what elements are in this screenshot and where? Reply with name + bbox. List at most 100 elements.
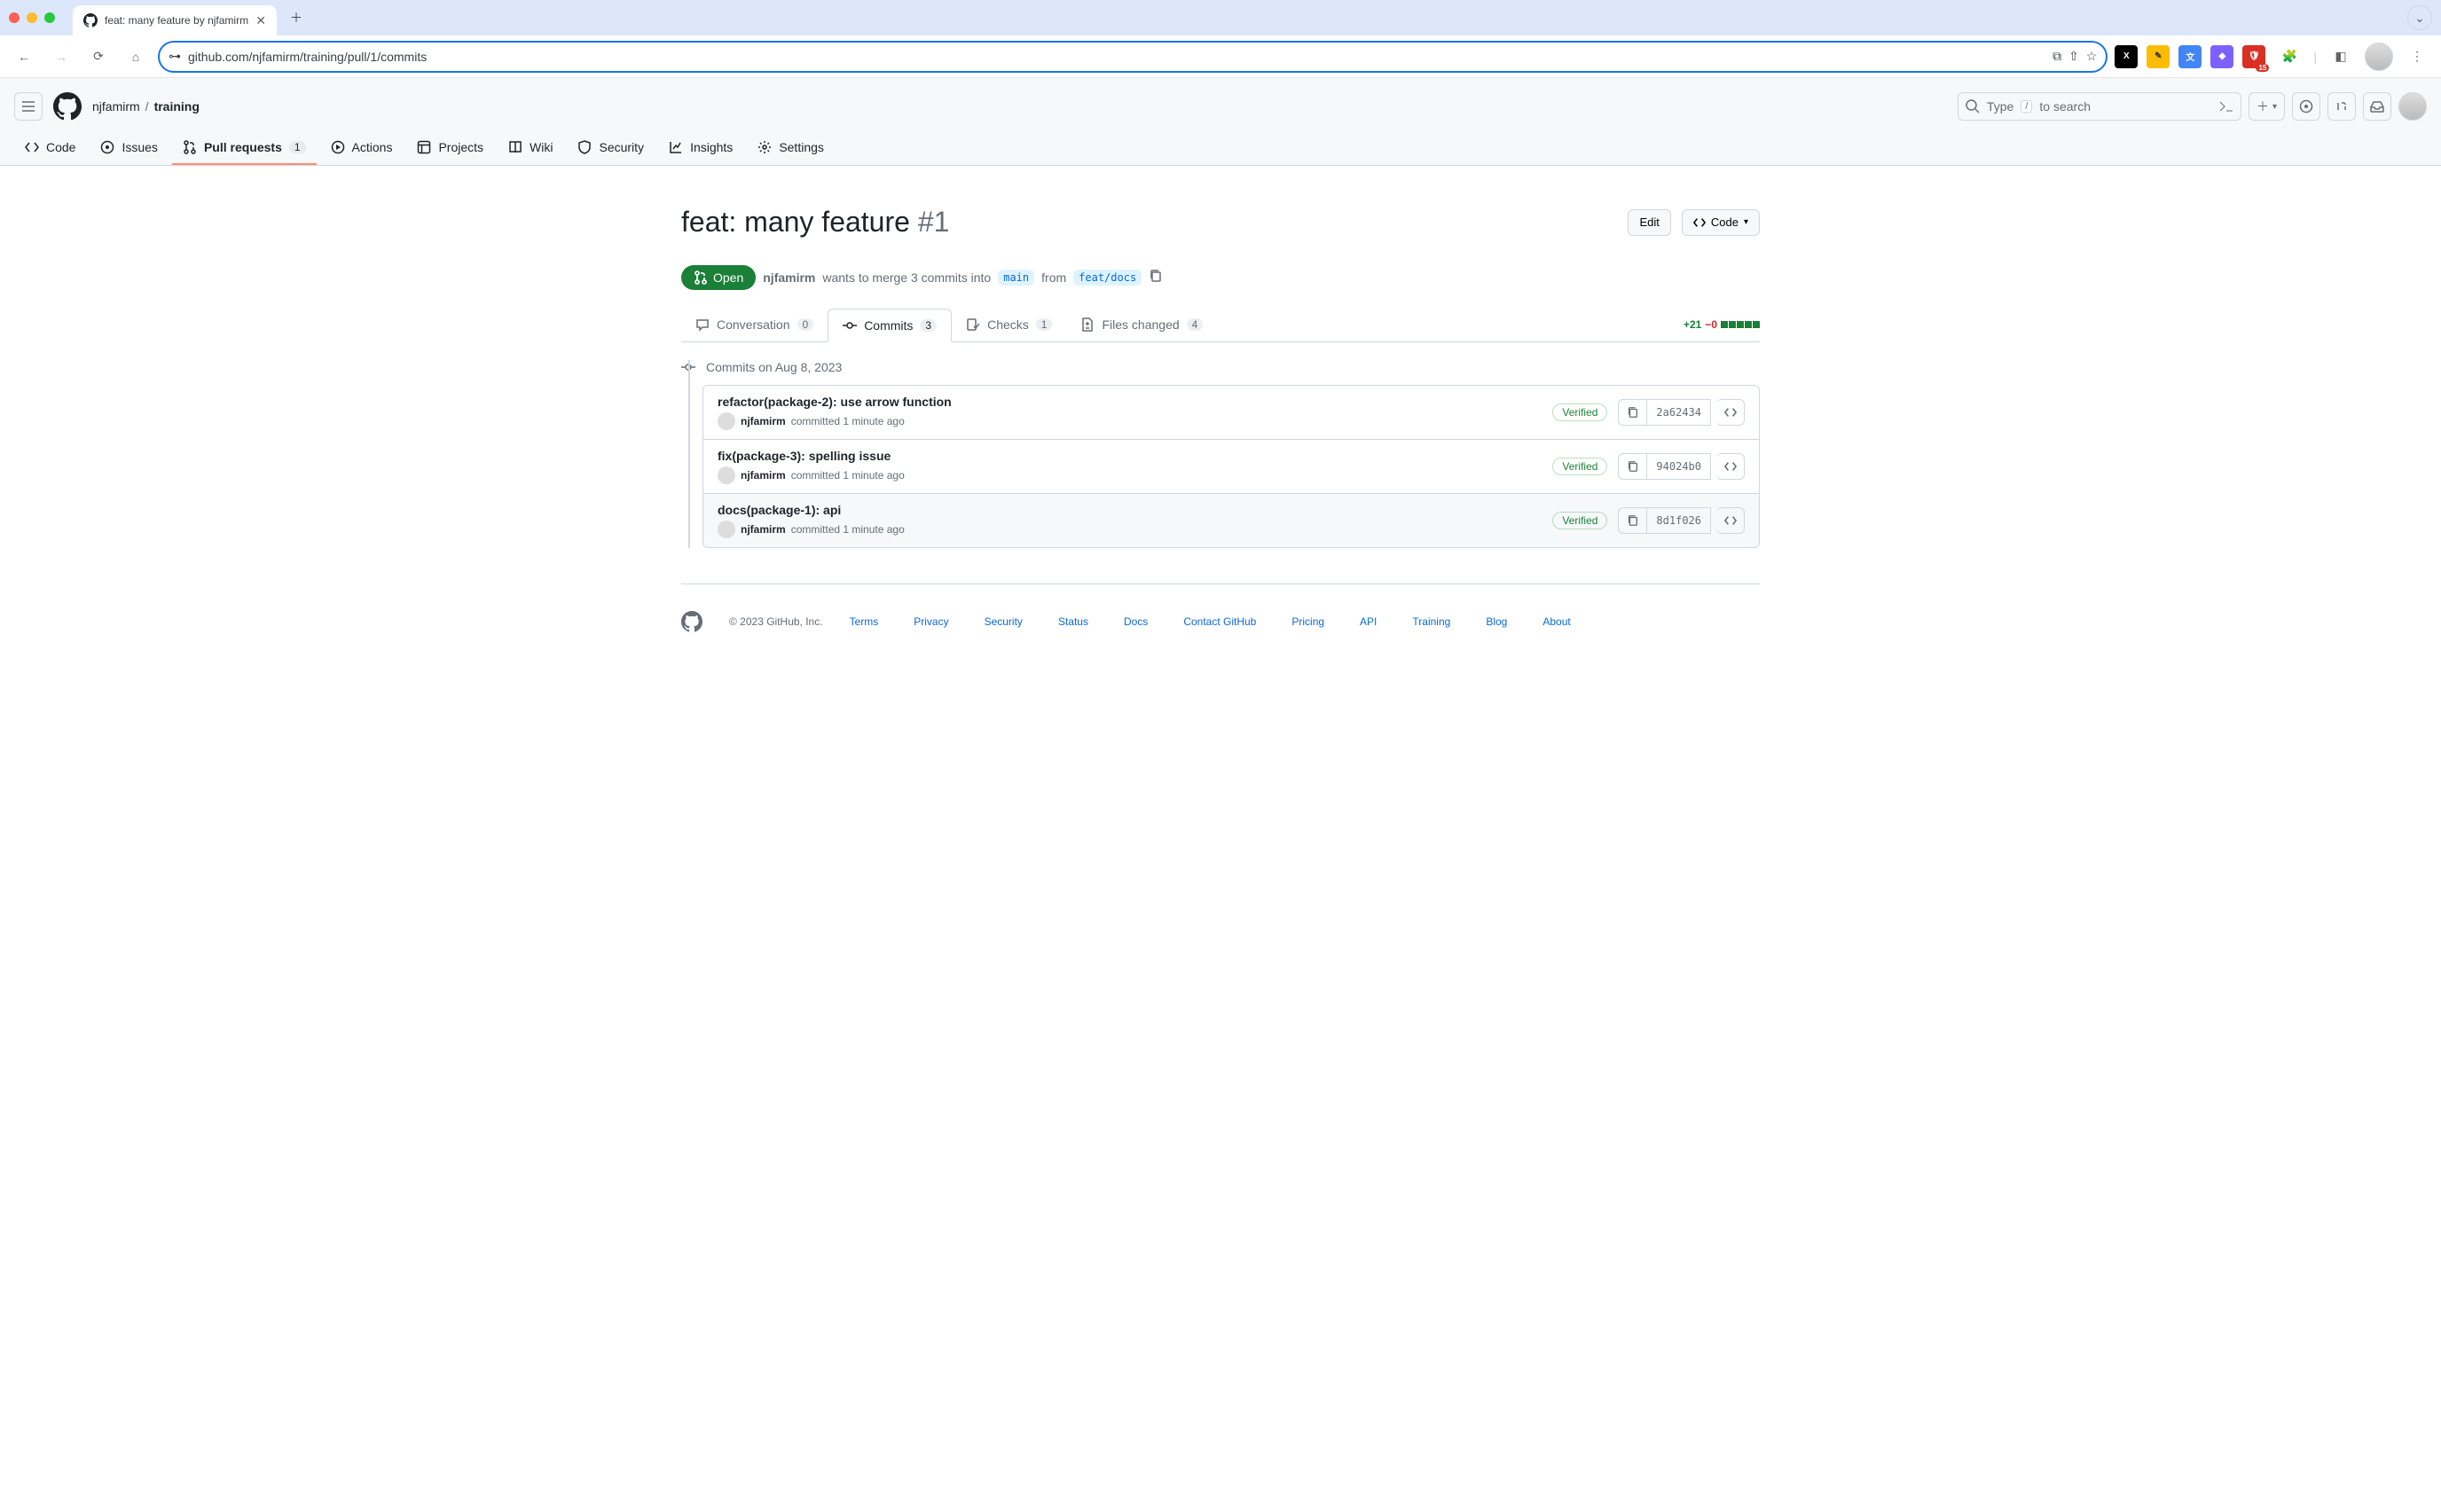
commit-title[interactable]: docs(package-1): api	[718, 503, 841, 517]
footer-link[interactable]: About	[1542, 615, 1570, 628]
commit-avatar[interactable]	[718, 466, 735, 484]
footer-link[interactable]: Docs	[1124, 615, 1148, 628]
copy-icon[interactable]	[1149, 269, 1163, 286]
code-dropdown[interactable]: Code ▾	[1682, 209, 1760, 236]
copy-sha-button[interactable]	[1618, 399, 1646, 426]
window-controls[interactable]	[9, 12, 55, 23]
nav-actions[interactable]: Actions	[320, 131, 404, 165]
base-branch[interactable]: main	[998, 270, 1034, 286]
tab-close-icon[interactable]: ✕	[255, 13, 266, 28]
commit-row: fix(package-3): spelling issuenjfamirm c…	[703, 440, 1759, 494]
extension-adblock[interactable]: 🛡15	[2242, 45, 2265, 68]
github-favicon	[83, 13, 98, 27]
verified-badge[interactable]: Verified	[1552, 403, 1607, 421]
site-info-icon[interactable]: ⊶	[169, 49, 181, 64]
copyright: © 2023 GitHub, Inc.	[729, 615, 823, 628]
pr-title: feat: many feature #1	[681, 206, 1617, 239]
extension-translate[interactable]: 文	[2178, 45, 2202, 68]
address-bar[interactable]: ⊶ github.com/njfamirm/training/pull/1/co…	[158, 41, 2107, 73]
create-dropdown[interactable]: ＋▾	[2249, 92, 2285, 121]
share-icon[interactable]: ⇧	[2068, 49, 2079, 64]
commit-sha[interactable]: 94024b0	[1646, 453, 1711, 480]
pr-author[interactable]: njfamirm	[763, 270, 815, 285]
copy-sha-button[interactable]	[1618, 453, 1646, 480]
timeline-date: Commits on Aug 8, 2023	[706, 360, 842, 374]
nav-pulls[interactable]: Pull requests1	[172, 131, 317, 165]
home-button[interactable]: ⌂	[121, 42, 151, 72]
commit-avatar[interactable]	[718, 412, 735, 430]
browser-tab[interactable]: feat: many feature by njfamirm ✕	[73, 5, 277, 35]
footer-link[interactable]: Security	[985, 615, 1023, 628]
commit-author[interactable]: njfamirm	[741, 523, 786, 536]
extension-keep[interactable]: ✎	[2147, 45, 2170, 68]
open-external-icon[interactable]: ⧉	[2052, 49, 2061, 64]
footer-link[interactable]: Blog	[1486, 615, 1507, 628]
nav-projects[interactable]: Projects	[406, 131, 494, 165]
issues-icon[interactable]	[2292, 92, 2320, 121]
tab-commits[interactable]: Commits 3	[828, 309, 952, 342]
verified-badge[interactable]: Verified	[1552, 458, 1607, 475]
commit-time: committed 1 minute ago	[791, 415, 905, 427]
inbox-icon[interactable]	[2363, 92, 2391, 121]
file-diff-icon	[1080, 317, 1095, 332]
nav-insights[interactable]: Insights	[658, 131, 743, 165]
commit-sha[interactable]: 2a62434	[1646, 399, 1711, 426]
github-logo-footer[interactable]	[681, 611, 702, 632]
commit-avatar[interactable]	[718, 521, 735, 538]
nav-issues[interactable]: Issues	[90, 131, 168, 165]
copy-sha-button[interactable]	[1618, 507, 1646, 534]
verified-badge[interactable]: Verified	[1552, 512, 1607, 529]
nav-code[interactable]: Code	[14, 131, 86, 165]
github-logo[interactable]	[53, 92, 82, 121]
kebab-menu[interactable]: ⋮	[2402, 42, 2432, 72]
breadcrumb: njfamirm / training	[92, 99, 200, 114]
pulls-icon[interactable]	[2327, 92, 2356, 121]
search-icon	[1966, 99, 1980, 114]
browse-code-button[interactable]	[1716, 453, 1745, 480]
footer-link[interactable]: API	[1360, 615, 1377, 628]
comment-icon	[695, 317, 710, 332]
reload-button[interactable]: ⟳	[83, 42, 114, 72]
browse-code-button[interactable]	[1716, 399, 1745, 426]
footer-link[interactable]: Terms	[850, 615, 879, 628]
new-tab-button[interactable]: ＋	[284, 5, 309, 30]
browse-code-button[interactable]	[1716, 507, 1745, 534]
diff-stat: +21 −0	[1684, 318, 1760, 331]
footer-link[interactable]: Contact GitHub	[1183, 615, 1256, 628]
url-text: github.com/njfamirm/training/pull/1/comm…	[188, 50, 2045, 64]
footer-link[interactable]: Pricing	[1291, 615, 1324, 628]
footer-link[interactable]: Privacy	[914, 615, 948, 628]
side-panel-icon[interactable]: ◧	[2326, 42, 2356, 72]
extension-1[interactable]: X	[2115, 45, 2138, 68]
footer-link[interactable]: Training	[1412, 615, 1450, 628]
owner-link[interactable]: njfamirm	[92, 99, 140, 114]
back-button[interactable]: ←	[9, 42, 39, 72]
head-branch[interactable]: feat/docs	[1073, 270, 1142, 286]
extension-4[interactable]: ◆	[2210, 45, 2233, 68]
profile-avatar[interactable]	[2365, 43, 2393, 71]
footer-link[interactable]: Status	[1058, 615, 1088, 628]
hamburger-menu[interactable]	[14, 92, 43, 121]
tab-conversation[interactable]: Conversation 0	[681, 309, 828, 341]
commit-author[interactable]: njfamirm	[741, 469, 786, 482]
commit-title[interactable]: fix(package-3): spelling issue	[718, 449, 891, 463]
user-avatar[interactable]	[2398, 92, 2427, 121]
tabs-dropdown[interactable]: ⌄	[2407, 5, 2432, 30]
code-icon	[1693, 216, 1706, 229]
commit-title[interactable]: refactor(package-2): use arrow function	[718, 395, 952, 409]
forward-button[interactable]: →	[46, 42, 76, 72]
caret-down-icon: ▾	[1744, 217, 1748, 227]
repo-link[interactable]: training	[154, 99, 200, 114]
commit-author[interactable]: njfamirm	[741, 415, 786, 427]
tab-checks[interactable]: Checks 1	[952, 309, 1066, 341]
commit-sha[interactable]: 8d1f026	[1646, 507, 1711, 534]
edit-button[interactable]: Edit	[1628, 209, 1670, 236]
extensions-icon[interactable]: 🧩	[2274, 42, 2304, 72]
nav-security[interactable]: Security	[567, 131, 655, 165]
tab-files[interactable]: Files changed 4	[1066, 309, 1217, 341]
search-input[interactable]: Type / to search	[1958, 92, 2241, 121]
bookmark-icon[interactable]: ☆	[2086, 49, 2098, 64]
cmd-palette-icon[interactable]	[2219, 99, 2233, 114]
nav-wiki[interactable]: Wiki	[498, 131, 563, 165]
nav-settings[interactable]: Settings	[747, 131, 835, 165]
